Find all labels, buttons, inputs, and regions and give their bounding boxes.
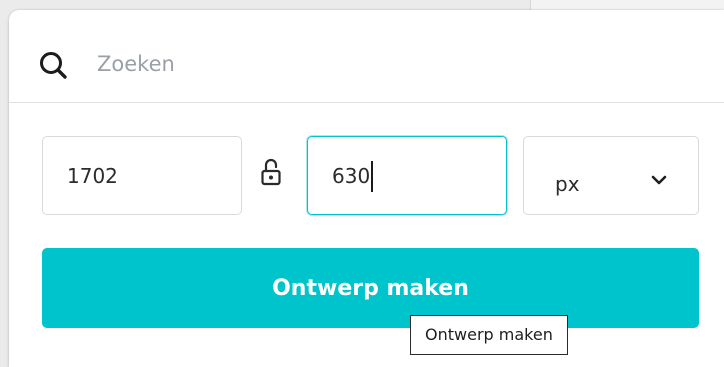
unit-select[interactable]: px [523, 136, 699, 215]
width-input[interactable] [43, 137, 241, 214]
text-caret [371, 161, 374, 192]
width-field[interactable] [42, 136, 242, 215]
custom-size-panel: px Ontwerp maken [9, 10, 724, 367]
search-bar [9, 10, 724, 103]
height-input[interactable] [308, 137, 506, 214]
tooltip: Ontwerp maken [410, 315, 568, 355]
unit-selected-value: px [555, 172, 580, 196]
create-design-button[interactable]: Ontwerp maken [42, 248, 699, 328]
height-field[interactable] [307, 136, 507, 215]
search-icon [40, 52, 67, 79]
search-input[interactable] [97, 46, 657, 82]
lock-open-icon[interactable] [259, 157, 283, 187]
chevron-down-icon [651, 175, 667, 185]
